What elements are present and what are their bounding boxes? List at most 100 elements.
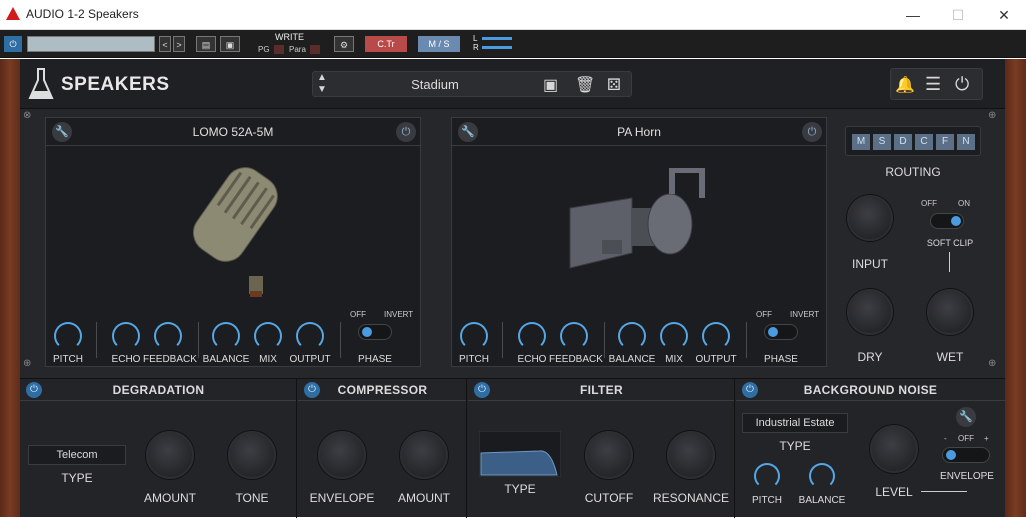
bell-icon[interactable]: 🔔 [895,75,915,95]
speaker-title[interactable]: LOMO 52A-5M [46,118,420,146]
preset-name-input[interactable] [27,36,155,52]
filter-cutoff-knob[interactable] [585,431,633,479]
echo-knob[interactable] [518,322,546,350]
folder-icon[interactable]: ▤ [196,36,216,52]
degradation-title: DEGRADATION [112,383,205,397]
dry-label: DRY [857,350,883,364]
noise-balance-label: BALANCE [798,495,846,506]
input-label: INPUT [852,257,888,271]
maximize-button[interactable]: ☐ [943,4,973,26]
wrench-icon[interactable]: 🔧 [52,122,72,142]
phase-off-label: OFF [756,310,772,319]
wrench-icon[interactable]: 🔧 [458,122,478,142]
routing-d-button[interactable]: D [894,134,912,150]
filter-resonance-label: RESONANCE [652,491,729,505]
filter-section: ⏻ FILTER TYPE CUTOFF RESONANCE [468,379,735,518]
compressor-envelope-knob[interactable] [318,431,366,479]
softclip-toggle[interactable] [930,213,964,229]
echo-label: ECHO [111,354,141,365]
noise-pitch-knob[interactable] [754,463,780,489]
phase-off-label: OFF [350,310,366,319]
menu-icon[interactable]: ☰ [925,74,941,95]
degradation-type-select[interactable]: Telecom [28,445,126,465]
ms-button[interactable]: M / S [418,36,460,52]
plugin-header: SPEAKERS ▲ ▼ Stadium ▣ 🗑 ⚄ 🔔 ☰ ⏻ [20,59,1005,109]
degradation-tone-label: TONE [235,491,269,505]
routing-s-button[interactable]: S [873,134,891,150]
save-preset-icon[interactable]: ▣ [543,75,558,95]
next-preset-icon[interactable]: > [173,36,185,52]
routing-section: M S D C F N ROUTING INPUT OFF ON SOFT CL… [835,117,1000,367]
noise-level-knob[interactable] [870,425,918,473]
dry-knob[interactable] [847,289,893,335]
noise-balance-knob[interactable] [809,463,835,489]
close-button[interactable]: ✕ [989,4,1019,26]
speaker-title[interactable]: PA Horn [452,118,826,146]
feedback-knob[interactable] [560,322,588,350]
mix-knob[interactable] [254,322,282,350]
random-dice-icon[interactable]: ⚄ [607,75,621,95]
r-meter [482,46,512,49]
filter-resonance-knob[interactable] [667,431,715,479]
routing-n-button[interactable]: N [957,134,975,150]
compressor-section: ⏻ COMPRESSOR ENVELOPE AMOUNT [298,379,467,518]
envelope-toggle[interactable] [942,447,990,463]
compressor-envelope-label: ENVELOPE [309,491,375,505]
prev-preset-icon[interactable]: < [159,36,171,52]
phase-toggle[interactable] [764,324,798,340]
wood-panel-right [1005,59,1026,517]
panel-power-icon[interactable]: ⏻ [396,122,416,142]
degradation-amount-knob[interactable] [146,431,194,479]
phase-invert-label: INVERT [384,310,414,319]
save-icon[interactable]: ▣ [220,36,240,52]
wet-knob[interactable] [927,289,973,335]
degradation-section: ⏻ DEGRADATION Telecom TYPE AMOUNT TONE [20,379,297,518]
output-knob[interactable] [702,322,730,350]
input-knob[interactable] [847,195,893,241]
microphone-image [192,167,278,297]
right-knob-row: PITCH ECHO FEEDBACK BALANCE MIX OUTPUT O… [452,310,828,366]
filter-type-display[interactable] [479,431,561,477]
pg-toggle[interactable] [274,45,284,54]
para-toggle[interactable] [310,45,320,54]
power-icon[interactable]: ⏻ [955,74,969,95]
brand-title: SPEAKERS [61,74,170,95]
output-knob[interactable] [296,322,324,350]
mix-knob[interactable] [660,322,688,350]
preset-selector[interactable]: ▲ ▼ Stadium ▣ 🗑 ⚄ [312,71,632,97]
panel-power-icon[interactable]: ⏻ [802,122,822,142]
divider [198,322,199,358]
delete-preset-icon[interactable]: 🗑 [575,75,595,95]
minimize-button[interactable]: — [898,4,928,26]
settings-gear-icon[interactable]: ⚙ [334,36,354,52]
routing-f-button[interactable]: F [936,134,954,150]
noise-wrench-icon[interactable]: 🔧 [956,407,976,427]
feedback-knob[interactable] [154,322,182,350]
routing-c-button[interactable]: C [915,134,933,150]
degradation-amount-label: AMOUNT [144,491,196,505]
pg-label: PG [258,45,270,54]
pitch-knob[interactable] [54,322,82,350]
routing-m-button[interactable]: M [852,134,870,150]
pitch-knob[interactable] [460,322,488,350]
mix-label: MIX [259,354,277,365]
ctr-button[interactable]: C.Tr [365,36,407,52]
balance-knob[interactable] [618,322,646,350]
balance-knob[interactable] [212,322,240,350]
noise-type-select[interactable]: Industrial Estate [742,413,848,433]
feedback-label: FEEDBACK [143,354,197,365]
noise-title: BACKGROUND NOISE [803,383,938,397]
noise-pitch-label: PITCH [752,495,782,506]
output-label: OUTPUT [289,354,331,365]
degradation-tone-knob[interactable] [228,431,276,479]
preset-name[interactable]: Stadium [313,77,557,92]
phase-toggle[interactable] [358,324,392,340]
echo-knob[interactable] [112,322,140,350]
host-power-icon[interactable]: ⏻ [4,36,22,52]
phase-invert-label: INVERT [790,310,820,319]
filter-type-label: TYPE [504,482,536,496]
app-logo-icon [6,7,20,20]
compressor-amount-knob[interactable] [400,431,448,479]
compressor-title: COMPRESSOR [337,383,428,397]
screw-icon: ⊕ [23,358,32,369]
